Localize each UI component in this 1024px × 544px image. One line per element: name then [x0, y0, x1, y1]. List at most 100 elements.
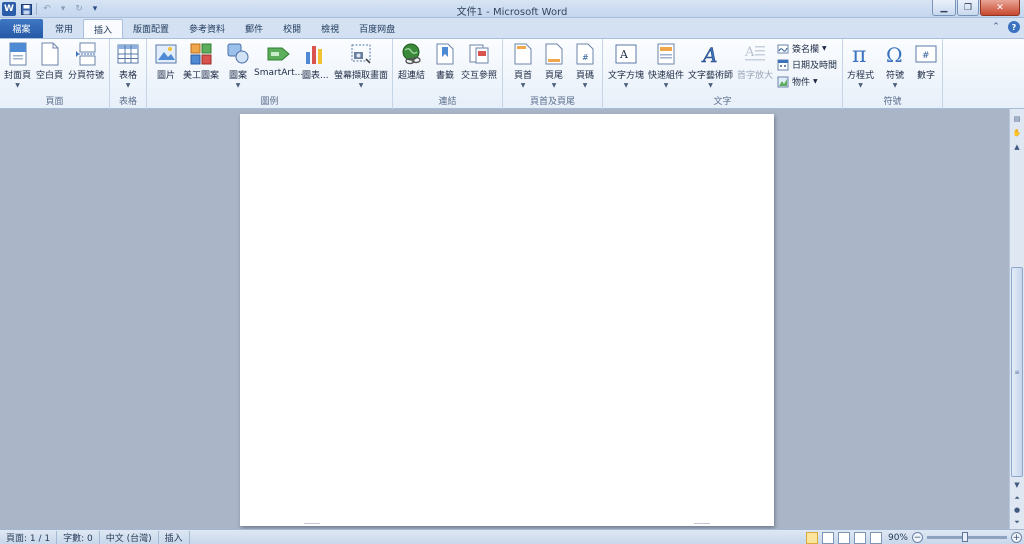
equation-button[interactable]: π 方程式 ▼ [847, 42, 874, 89]
drop-cap-icon: A [743, 42, 767, 66]
tab-file[interactable]: 檔案 [0, 19, 43, 38]
blank-page-button[interactable]: 空白頁 [36, 42, 63, 81]
text-box-button[interactable]: A 文字方塊 ▼ [608, 42, 644, 89]
drop-cap-button[interactable]: A 首字放大 [737, 42, 773, 81]
zoom-slider[interactable] [927, 532, 1007, 542]
page-break-button[interactable]: 分頁符號 [68, 42, 104, 81]
wordart-button[interactable]: A 文字藝術師 ▼ [688, 42, 733, 89]
chart-label: 圖表... [302, 71, 329, 81]
page-number-icon: # [573, 42, 597, 66]
minimize-button[interactable]: ▁ [932, 0, 956, 16]
scroll-thumb[interactable]: ≡ [1011, 267, 1023, 477]
page-break-label: 分頁符號 [68, 71, 105, 81]
signature-label: 簽名欄 [792, 45, 820, 55]
scroll-up-icon[interactable]: ▲ [1011, 141, 1023, 153]
hyperlink-button[interactable]: 超連結 [398, 42, 425, 81]
chevron-down-icon: ▼ [551, 82, 557, 89]
screenshot-icon [349, 42, 373, 66]
browse-object-icon[interactable]: ● [1011, 504, 1023, 516]
chevron-down-icon: ▼ [858, 82, 863, 89]
screenshot-button[interactable]: 螢幕擷取畫面 ▼ [334, 42, 388, 89]
group-label-text: 文字 [713, 97, 732, 107]
vertical-scrollbar[interactable]: ▤ ✋ ▲ ≡ ▼ ⏶ ● ⏷ [1009, 109, 1024, 529]
object-button[interactable]: 物件 ▼ [777, 75, 818, 88]
tab-insert[interactable]: 插入 [83, 19, 124, 38]
hyperlink-icon [400, 42, 424, 66]
status-right-controls: 90% − + [806, 531, 1022, 544]
close-icon: ✕ [996, 2, 1004, 13]
footer-button[interactable]: 頁尾 ▼ [542, 42, 566, 89]
cover-page-button[interactable]: 封面頁 ▼ [4, 42, 31, 89]
print-layout-icon[interactable] [806, 531, 818, 544]
zoom-level[interactable]: 90% [886, 533, 908, 543]
table-icon [116, 42, 140, 66]
group-label-symbols: 符號 [883, 97, 902, 107]
signature-line-button[interactable]: 簽名欄 ▼ [777, 42, 827, 55]
clipart-button[interactable]: 美工圖案 [183, 42, 219, 81]
chevron-down-icon: ▼ [663, 82, 669, 89]
date-time-label: 日期及時間 [792, 61, 838, 71]
footer-label: 頁尾 [544, 71, 563, 81]
object-icon [777, 76, 789, 87]
hand-icon[interactable]: ✋ [1011, 127, 1023, 139]
chevron-down-icon: ▼ [623, 82, 629, 89]
shapes-button[interactable]: 圖案 ▼ [226, 42, 250, 89]
bookmark-icon [433, 42, 457, 66]
previous-page-icon[interactable]: ⏶ [1011, 492, 1023, 504]
quick-parts-button[interactable]: 快速組件 ▼ [648, 42, 684, 89]
number-label: 數字 [916, 71, 935, 81]
close-button[interactable]: ✕ [980, 0, 1020, 16]
chevron-down-icon: ▼ [125, 82, 131, 89]
status-word-count[interactable]: 字數: 0 [57, 530, 100, 544]
document-page[interactable] [240, 114, 774, 526]
full-screen-reading-icon[interactable] [822, 531, 834, 544]
header-button[interactable]: 頁首 ▼ [511, 42, 535, 89]
next-page-icon[interactable]: ⏷ [1011, 516, 1023, 528]
cross-reference-button[interactable]: 交互參照 [461, 42, 497, 81]
shapes-icon [226, 42, 250, 66]
header-label: 頁首 [513, 71, 532, 81]
draft-view-icon[interactable] [870, 531, 882, 544]
restore-icon: ❐ [963, 2, 973, 13]
ruler-toggle-icon[interactable]: ▤ [1011, 113, 1023, 125]
group-symbols: π 方程式 ▼ Ω 符號 ▼ # 數字 符號 [843, 39, 943, 109]
tab-page-layout[interactable]: 版面配置 [123, 19, 179, 38]
wordart-label: 文字藝術師 [688, 71, 734, 81]
picture-button[interactable]: 圖片 [154, 42, 178, 81]
help-icon[interactable]: ? [1008, 21, 1020, 33]
tab-view[interactable]: 檢視 [311, 19, 349, 38]
bookmark-button[interactable]: 書籤 [433, 42, 457, 81]
chevron-down-icon: ▼ [520, 82, 526, 89]
group-label-pages: 頁面 [45, 97, 64, 107]
table-label: 表格 [118, 71, 137, 81]
zoom-out-icon[interactable]: − [912, 532, 923, 543]
tab-review[interactable]: 校閱 [273, 19, 311, 38]
grip-icon: ≡ [1014, 368, 1020, 376]
tab-mailings[interactable]: 郵件 [235, 19, 273, 38]
outline-view-icon[interactable] [854, 531, 866, 544]
tab-baidu-netdisk[interactable]: 百度网盘 [349, 19, 405, 38]
number-button[interactable]: # 數字 [914, 42, 938, 81]
blank-page-label: 空白頁 [36, 71, 64, 81]
restore-button[interactable]: ❐ [957, 0, 979, 16]
page-number-label: 頁碼 [575, 71, 594, 81]
document-area [0, 109, 1009, 529]
status-mode[interactable]: 插入 [159, 530, 190, 544]
minimize-ribbon-icon[interactable]: ⌃ [990, 21, 1002, 33]
web-layout-icon[interactable] [838, 531, 850, 544]
date-time-button[interactable]: 日期及時間 [777, 58, 837, 71]
zoom-slider-thumb[interactable] [962, 532, 968, 542]
bookmark-label: 書籤 [435, 71, 454, 81]
page-number-button[interactable]: # 頁碼 ▼ [573, 42, 597, 89]
zoom-in-icon[interactable]: + [1011, 532, 1022, 543]
tab-home[interactable]: 常用 [45, 19, 83, 38]
symbol-button[interactable]: Ω 符號 ▼ [883, 42, 907, 89]
tab-references[interactable]: 參考資料 [179, 19, 235, 38]
table-button[interactable]: 表格 ▼ [116, 42, 140, 89]
scroll-down-icon[interactable]: ▼ [1011, 479, 1023, 491]
status-bar: 頁面: 1 / 1 字數: 0 中文 (台灣) 插入 90% − + [0, 529, 1024, 544]
smartart-button[interactable]: SmartArt... [254, 42, 303, 78]
status-page[interactable]: 頁面: 1 / 1 [0, 530, 58, 544]
status-language[interactable]: 中文 (台灣) [100, 530, 159, 544]
chart-button[interactable]: 圖表... [302, 42, 329, 81]
